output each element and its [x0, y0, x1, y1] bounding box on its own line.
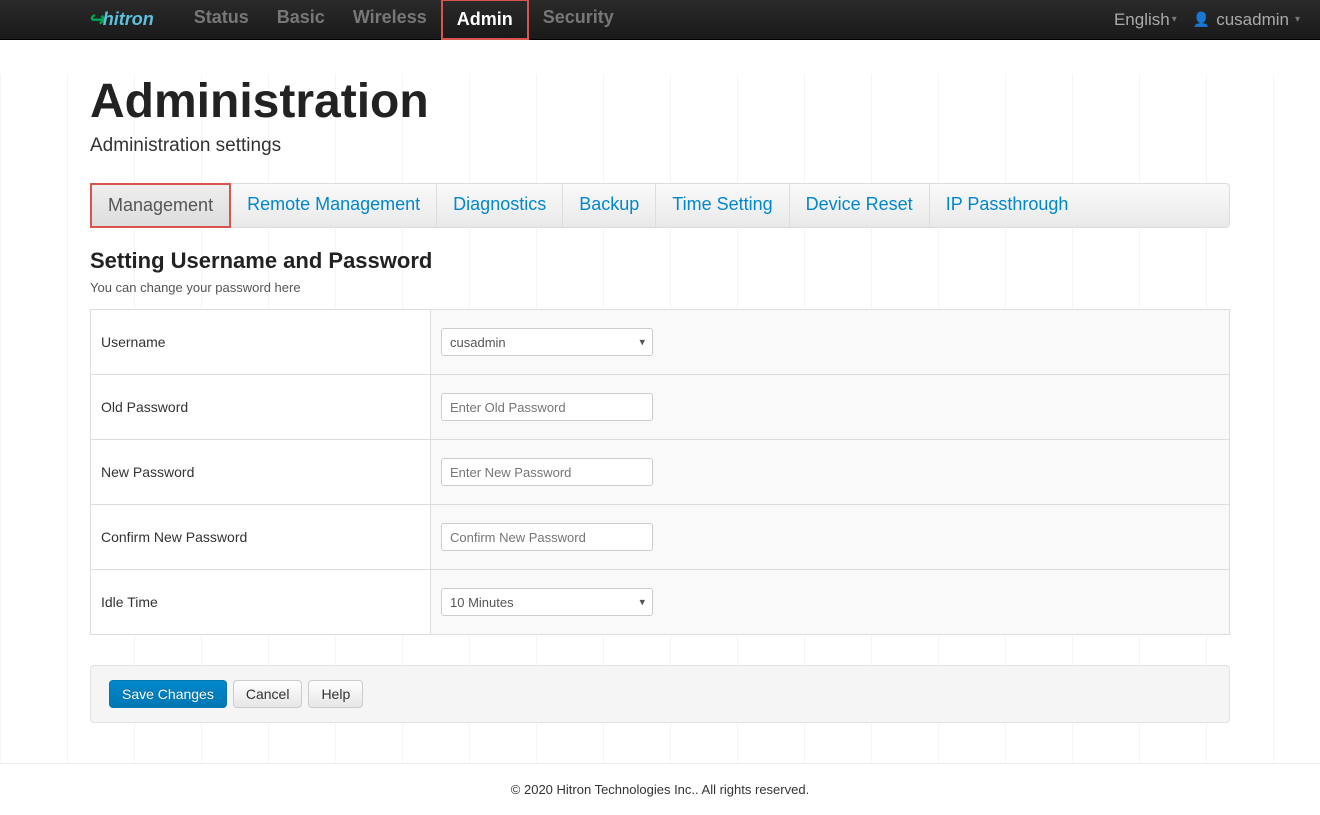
nav-item-status[interactable]: Status: [180, 0, 263, 40]
buttons-bar: Save Changes Cancel Help: [90, 665, 1230, 723]
logo-rest: itron: [114, 9, 154, 30]
old-password-input[interactable]: [441, 393, 653, 421]
chevron-down-icon: ▾: [1295, 14, 1300, 25]
subnav-tabs: Management Remote Management Diagnostics…: [90, 183, 1230, 228]
page-subtitle: Administration settings: [90, 135, 1230, 157]
tab-ip-passthrough[interactable]: IP Passthrough: [930, 184, 1085, 227]
row-confirm-password: Confirm New Password: [91, 505, 1230, 570]
tab-device-reset[interactable]: Device Reset: [790, 184, 930, 227]
nav-item-basic[interactable]: Basic: [263, 0, 339, 40]
tab-time-setting[interactable]: Time Setting: [656, 184, 789, 227]
section-desc: You can change your password here: [90, 280, 1230, 295]
row-username: Username cusadmin: [91, 310, 1230, 375]
user-label: cusadmin: [1216, 10, 1289, 30]
idle-time-select[interactable]: 10 Minutes: [441, 588, 653, 616]
section-title: Setting Username and Password: [90, 248, 1230, 274]
language-dropdown[interactable]: English▾: [1114, 10, 1177, 30]
content-area: Administration Administration settings M…: [0, 74, 1320, 763]
brand-logo: ↪hitron: [88, 7, 154, 32]
page-title: Administration: [90, 74, 1230, 129]
user-dropdown[interactable]: 👤 cusadmin ▾: [1193, 10, 1300, 30]
new-password-input[interactable]: [441, 458, 653, 486]
nav-items: Status Basic Wireless Admin Security: [180, 0, 628, 40]
label-confirm-password: Confirm New Password: [91, 505, 431, 570]
help-button[interactable]: Help: [308, 680, 363, 708]
label-idle-time: Idle Time: [91, 570, 431, 635]
settings-table: Username cusadmin Old Password New Passw…: [90, 309, 1230, 635]
label-username: Username: [91, 310, 431, 375]
row-new-password: New Password: [91, 440, 1230, 505]
confirm-password-input[interactable]: [441, 523, 653, 551]
label-new-password: New Password: [91, 440, 431, 505]
cancel-button[interactable]: Cancel: [233, 680, 303, 708]
chevron-down-icon: ▾: [1172, 14, 1177, 25]
top-navbar: ↪hitron Status Basic Wireless Admin Secu…: [0, 0, 1320, 40]
tab-backup[interactable]: Backup: [563, 184, 656, 227]
nav-right: English▾ 👤 cusadmin ▾: [1114, 10, 1300, 30]
tab-diagnostics[interactable]: Diagnostics: [437, 184, 563, 227]
nav-item-security[interactable]: Security: [529, 0, 628, 40]
language-label: English: [1114, 10, 1170, 30]
tab-management[interactable]: Management: [90, 183, 231, 228]
username-select[interactable]: cusadmin: [441, 328, 653, 356]
save-button[interactable]: Save Changes: [109, 680, 227, 708]
label-old-password: Old Password: [91, 375, 431, 440]
logo-letter: h: [103, 9, 114, 30]
user-icon: 👤: [1193, 11, 1210, 28]
row-idle-time: Idle Time 10 Minutes: [91, 570, 1230, 635]
row-old-password: Old Password: [91, 375, 1230, 440]
footer: © 2020 Hitron Technologies Inc.. All rig…: [0, 763, 1320, 815]
tab-remote-management[interactable]: Remote Management: [231, 184, 437, 227]
nav-item-wireless[interactable]: Wireless: [339, 0, 441, 40]
nav-item-admin[interactable]: Admin: [441, 0, 529, 40]
